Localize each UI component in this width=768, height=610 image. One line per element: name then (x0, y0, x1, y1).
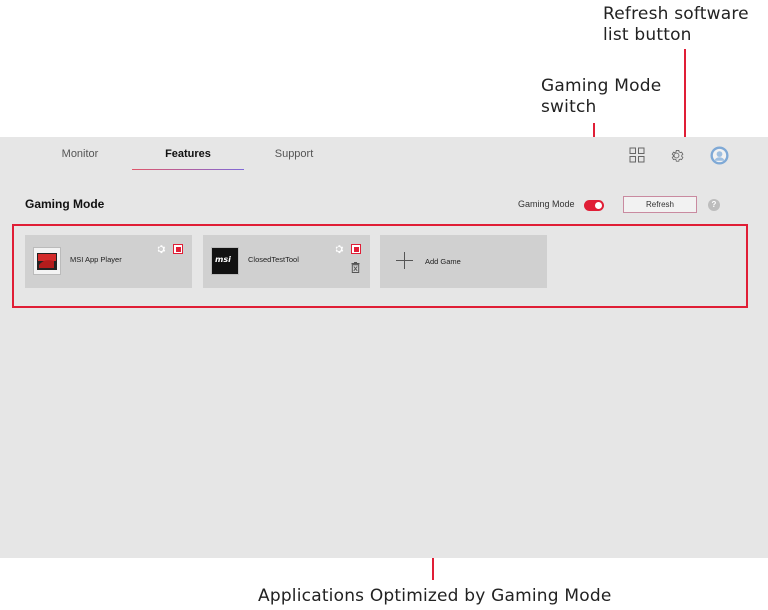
gaming-mode-label: Gaming Mode (518, 199, 575, 209)
applications-callout: Applications Optimized by Gaming Mode (258, 586, 612, 606)
grid-icon[interactable] (629, 147, 645, 163)
applications-highlight-frame (12, 224, 748, 308)
tab-features[interactable]: Features (132, 148, 244, 170)
gaming-mode-switch[interactable] (584, 200, 604, 211)
page-title: Gaming Mode (25, 197, 105, 211)
refresh-button[interactable]: Refresh (623, 196, 697, 213)
gaming-mode-callout: Gaming Mode switch (541, 76, 662, 117)
profile-icon[interactable] (710, 146, 729, 165)
app-window: Monitor Features Support Gaming Mode Gam… (0, 137, 768, 558)
switch-knob (595, 202, 602, 209)
tab-support[interactable]: Support (270, 148, 318, 166)
help-icon[interactable]: ? (708, 199, 720, 211)
gear-icon[interactable] (668, 147, 685, 164)
refresh-callout: Refresh software list button (603, 4, 749, 45)
tab-monitor[interactable]: Monitor (58, 148, 102, 166)
